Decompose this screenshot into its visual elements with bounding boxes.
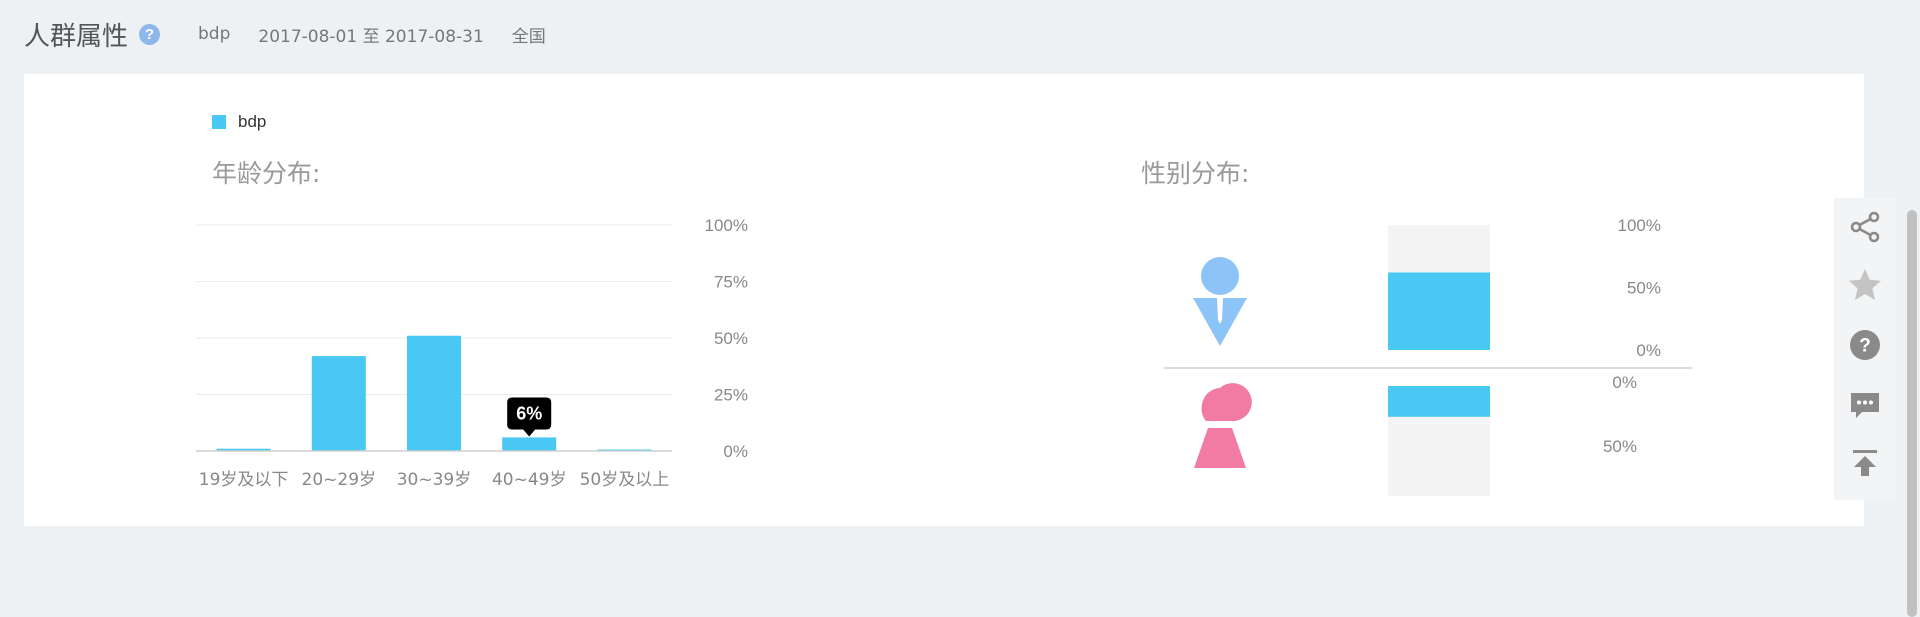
age-bar xyxy=(502,437,557,451)
x-category-label: 19岁及以下 xyxy=(199,470,289,490)
comment-button[interactable] xyxy=(1834,376,1896,434)
question-circle-icon[interactable]: ? xyxy=(139,23,161,45)
y-tick-label: 0% xyxy=(723,442,748,461)
back-to-top-icon xyxy=(1853,450,1877,476)
y-tick-label: 50% xyxy=(714,329,748,348)
page-title: 人群属性 xyxy=(24,21,129,52)
female-bar xyxy=(1388,386,1490,417)
male-axis-tick: 0% xyxy=(1636,341,1661,360)
age-distribution-chart: 0% 25% 50% 75% 100% 19岁及以下 20~29岁 30~39岁 40~49岁 5… xyxy=(196,216,748,490)
y-tick-label: 100% xyxy=(705,216,748,235)
gender-distribution-chart: 100% 50% 0% 0% 50% xyxy=(1164,216,1692,496)
help-icon: ? xyxy=(1850,330,1880,360)
female-body xyxy=(1194,428,1246,468)
female-head xyxy=(1201,383,1252,422)
female-axis-tick: 0% xyxy=(1612,373,1637,392)
bar-tooltip-text: 6% xyxy=(516,403,542,423)
share-button[interactable] xyxy=(1834,198,1896,256)
star-icon xyxy=(1849,269,1881,300)
female-figure-icon xyxy=(1194,383,1252,468)
male-figure-icon xyxy=(1193,257,1247,346)
date-range: 2017-08-01 至 2017-08-31 xyxy=(258,26,484,47)
male-head xyxy=(1201,257,1239,295)
side-toolbar: ? xyxy=(1834,198,1896,500)
x-category-label: 30~39岁 xyxy=(397,470,472,490)
age-bar xyxy=(407,335,461,451)
x-category-label: 20~29岁 xyxy=(302,470,377,490)
female-axis-tick: 50% xyxy=(1603,437,1637,456)
back-to-top-button[interactable] xyxy=(1834,434,1896,492)
keyword-label: bdp xyxy=(198,24,231,44)
help-icon-glyph: ? xyxy=(1859,336,1871,357)
x-category-label: 50岁及以上 xyxy=(580,470,670,490)
y-tick-label: 25% xyxy=(714,386,748,405)
comment-icon xyxy=(1851,393,1879,418)
help-button[interactable]: ? xyxy=(1834,316,1896,374)
crowd-attributes-panel: bdp 年龄分布: 性别分布: 0% 25% 50% 75% 100% 19岁及以下 20~… xyxy=(24,74,1864,526)
page-header: 人群属性 ? bdp 2017-08-01 至 2017-08-31 全国 xyxy=(24,14,546,54)
favorite-button[interactable] xyxy=(1834,256,1896,314)
age-bar xyxy=(311,356,366,451)
share-icon xyxy=(1850,211,1880,243)
y-tick-label: 75% xyxy=(714,273,748,292)
male-axis-tick: 50% xyxy=(1627,279,1661,298)
x-category-label: 40~49岁 xyxy=(492,470,567,490)
male-axis-tick: 100% xyxy=(1618,216,1661,235)
region-label: 全国 xyxy=(511,26,546,47)
scrollbar-thumb[interactable] xyxy=(1907,210,1917,617)
male-bar xyxy=(1388,272,1490,350)
